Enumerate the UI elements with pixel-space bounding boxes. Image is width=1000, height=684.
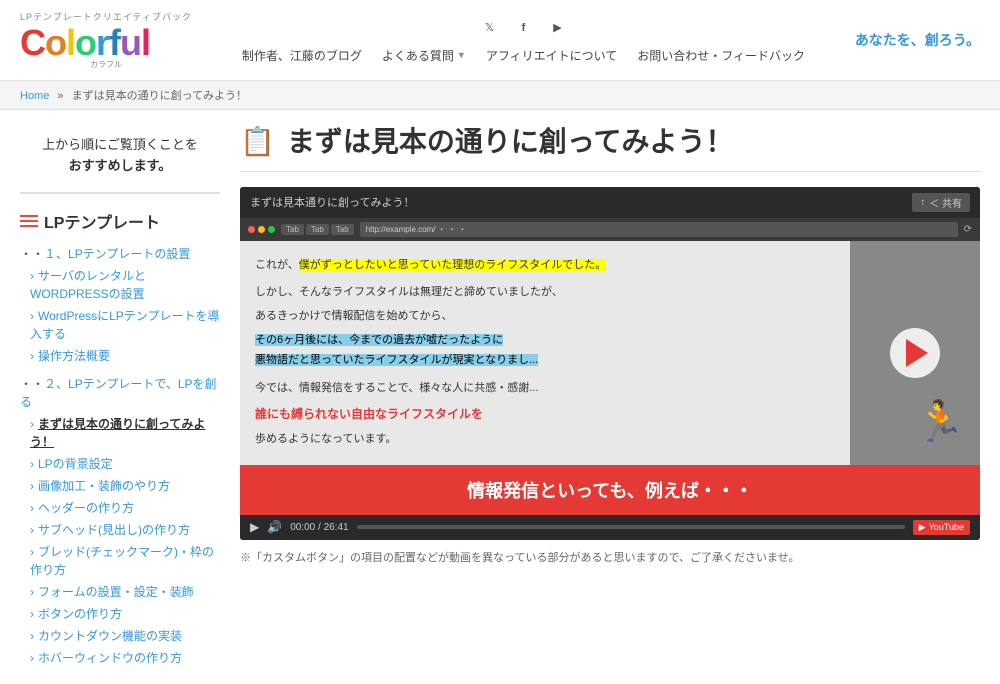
chevron-down-icon: ▼ [457,50,466,60]
sidebar-link-section2[interactable]: ２、LPテンプレートで、LPを創る [20,377,217,409]
header-center: 𝕏 f ▶ 制作者、江藤のブログ よくある質問 ▼ アフィリエイトについて お問… [242,17,805,64]
video-text-area: これが、僕がずっとしたいと思っていた理想のライフスタイルでした。 しかし、そんな… [240,241,850,465]
figure-icon: 🏃 [915,398,965,445]
sidebar-nav: ・１、LPテンプレートの設置 サーバのレンタルとWORDPRESSの設置 Wor… [20,243,220,669]
sidebar: 上から順にご覧頂くことをおすすめします。 LPテンプレート ・１、LPテンプレー… [20,125,220,669]
sidebar-section-title: LPテンプレート [20,209,220,233]
sidebar-recommendation: 上から順にご覧頂くことをおすすめします。 [20,125,220,194]
sidebar-link-image[interactable]: 画像加工・装飾のやり方 [38,479,170,493]
sidebar-link-form[interactable]: フォームの設置・設定・装飾 [38,585,194,599]
main-nav: 制作者、江藤のブログ よくある質問 ▼ アフィリエイトについて お問い合わせ・フ… [242,47,805,64]
nav-affiliate[interactable]: アフィリエイトについて [486,47,617,64]
red-text: 誰にも縛られない自由なライフスタイルを [255,404,835,426]
main-content: 📋 まずは見本の通りに創ってみよう！ まずは見本通りに創ってみよう！ ↑ ＜ 共… [240,125,980,669]
breadcrumb-current: まずは見本の通りに創ってみよう！ [72,90,247,102]
sidebar-link-countdown[interactable]: カウントダウン機能の実装 [38,629,182,643]
footnote: ※「カスタムボタン」の項目の配置などが動画を異なっている部分があると思いますので… [240,550,980,568]
youtube-button[interactable]: ▶ YouTube [913,520,970,535]
page-title-area: 📋 まずは見本の通りに創ってみよう！ [240,125,980,172]
breadcrumb: Home » まずは見本の通りに創ってみよう！ [0,81,1000,110]
time-display: 00:00 / 26:41 [290,522,348,533]
play-pause-button[interactable]: ▶ [250,520,259,534]
list-item: ホバーウィンドウの作り方 [20,647,220,669]
sidebar-link-subhead[interactable]: サブヘッド(見出し)の作り方 [38,523,190,537]
sidebar-link-sample[interactable]: まずは見本の通りに創ってみよう！ [30,417,205,449]
list-item: サーバのレンタルとWORDPRESSの設置 [20,265,220,305]
list-item: 画像加工・装飾のやり方 [20,475,220,497]
site-header: LPテンプレートクリエイティブパック Colorful カラフル 𝕏 f ▶ 制… [0,0,1000,81]
progress-bar[interactable] [357,525,905,529]
youtube-icon[interactable]: ▶ [546,17,568,39]
browser-bar: Tab Tab Tab http://example.com/ ・ ・ ・ ⟳ [240,218,980,241]
list-item: カウントダウン機能の実装 [20,625,220,647]
document-icon: 📋 [240,125,275,158]
facebook-icon[interactable]: f [512,17,534,39]
video-controls: ▶ 🔊 00:00 / 26:41 ▶ YouTube [240,515,980,540]
video-title: まずは見本通りに創ってみよう！ [250,194,414,210]
sidebar-item-section2: ・２、LPテンプレートで、LPを創る [20,373,220,413]
play-icon [906,339,928,367]
video-player: まずは見本通りに創ってみよう！ ↑ ＜ 共有 Tab Tab Tab [240,187,980,540]
list-item: サブヘッド(見出し)の作り方 [20,519,220,541]
logo-furigana: カラフル [20,59,192,70]
share-button[interactable]: ↑ ＜ 共有 [912,193,970,212]
list-item: ヘッダーの作り方 [20,497,220,519]
sidebar-link-bread[interactable]: ブレッド(チェックマーク)・枠の作り方 [30,545,214,577]
list-item: フォームの設置・設定・装飾 [20,581,220,603]
sidebar-link-background[interactable]: LPの背景設定 [38,457,113,471]
sidebar-link-wordpress[interactable]: WordPressにLPテンプレートを導入する [30,309,219,341]
nav-faq[interactable]: よくある質問 ▼ [382,47,466,64]
nav-contact[interactable]: お問い合わせ・フィードバック [637,47,805,64]
sidebar-item-section1: ・１、LPテンプレートの設置 [20,243,220,265]
list-item: 操作方法概要 [20,345,220,367]
list-item: WordPressにLPテンプレートを導入する [20,305,220,345]
video-top-bar: まずは見本通りに創ってみよう！ ↑ ＜ 共有 [240,187,980,218]
refresh-icon[interactable]: ⟳ [964,224,972,235]
sidebar-link-operation[interactable]: 操作方法概要 [38,349,110,363]
total-time: 26:41 [324,522,349,533]
tab-item[interactable]: Tab [331,224,354,235]
url-bar[interactable]: http://example.com/ ・ ・ ・ [360,222,958,237]
main-container: 上から順にご覧頂くことをおすすめします。 LPテンプレート ・１、LPテンプレー… [0,110,1000,684]
list-item: ボタンの作り方 [20,603,220,625]
social-icons: 𝕏 f ▶ [478,17,568,39]
play-button[interactable] [890,328,940,378]
header-tagline: あなたを、創ろう。 [855,30,980,50]
hamburger-icon [20,215,38,227]
logo: LPテンプレートクリエイティブパック Colorful カラフル [20,10,192,70]
nav-blog[interactable]: 制作者、江藤のブログ [242,47,362,64]
page-title: まずは見本の通りに創ってみよう！ [287,125,734,159]
list-item: ブレッド(チェックマーク)・枠の作り方 [20,541,220,581]
close-dot [248,226,255,233]
sidebar-link-header[interactable]: ヘッダーの作り方 [38,501,134,515]
sidebar-link-hover[interactable]: ホバーウィンドウの作り方 [38,651,182,665]
youtube-icon: ▶ [919,522,926,533]
list-item: LPの背景設定 [20,453,220,475]
video-figure-area: 🏃 [850,241,980,465]
current-time: 00:00 [290,522,315,533]
sidebar-link-section1[interactable]: １、LPテンプレートの設置 [44,247,190,261]
twitter-icon[interactable]: 𝕏 [478,17,500,39]
browser-tabs: Tab Tab Tab [281,224,354,235]
list-item: まずは見本の通りに創ってみよう！ [20,413,220,453]
breadcrumb-separator: » [57,90,63,102]
volume-button[interactable]: 🔊 [267,520,282,534]
window-controls [248,226,275,233]
video-content: これが、僕がずっとしたいと思っていた理想のライフスタイルでした。 しかし、そんな… [240,241,980,465]
video-banner: 情報発信といっても、例えば・・・ [240,465,980,515]
tab-item[interactable]: Tab [281,224,304,235]
share-icon: ↑ [920,197,925,208]
sidebar-link-button[interactable]: ボタンの作り方 [38,607,122,621]
maximize-dot [268,226,275,233]
tab-item[interactable]: Tab [306,224,329,235]
breadcrumb-home[interactable]: Home [20,90,49,102]
logo-text: Colorful [20,25,192,61]
minimize-dot [258,226,265,233]
sidebar-link-server[interactable]: サーバのレンタルとWORDPRESSの設置 [30,269,146,301]
